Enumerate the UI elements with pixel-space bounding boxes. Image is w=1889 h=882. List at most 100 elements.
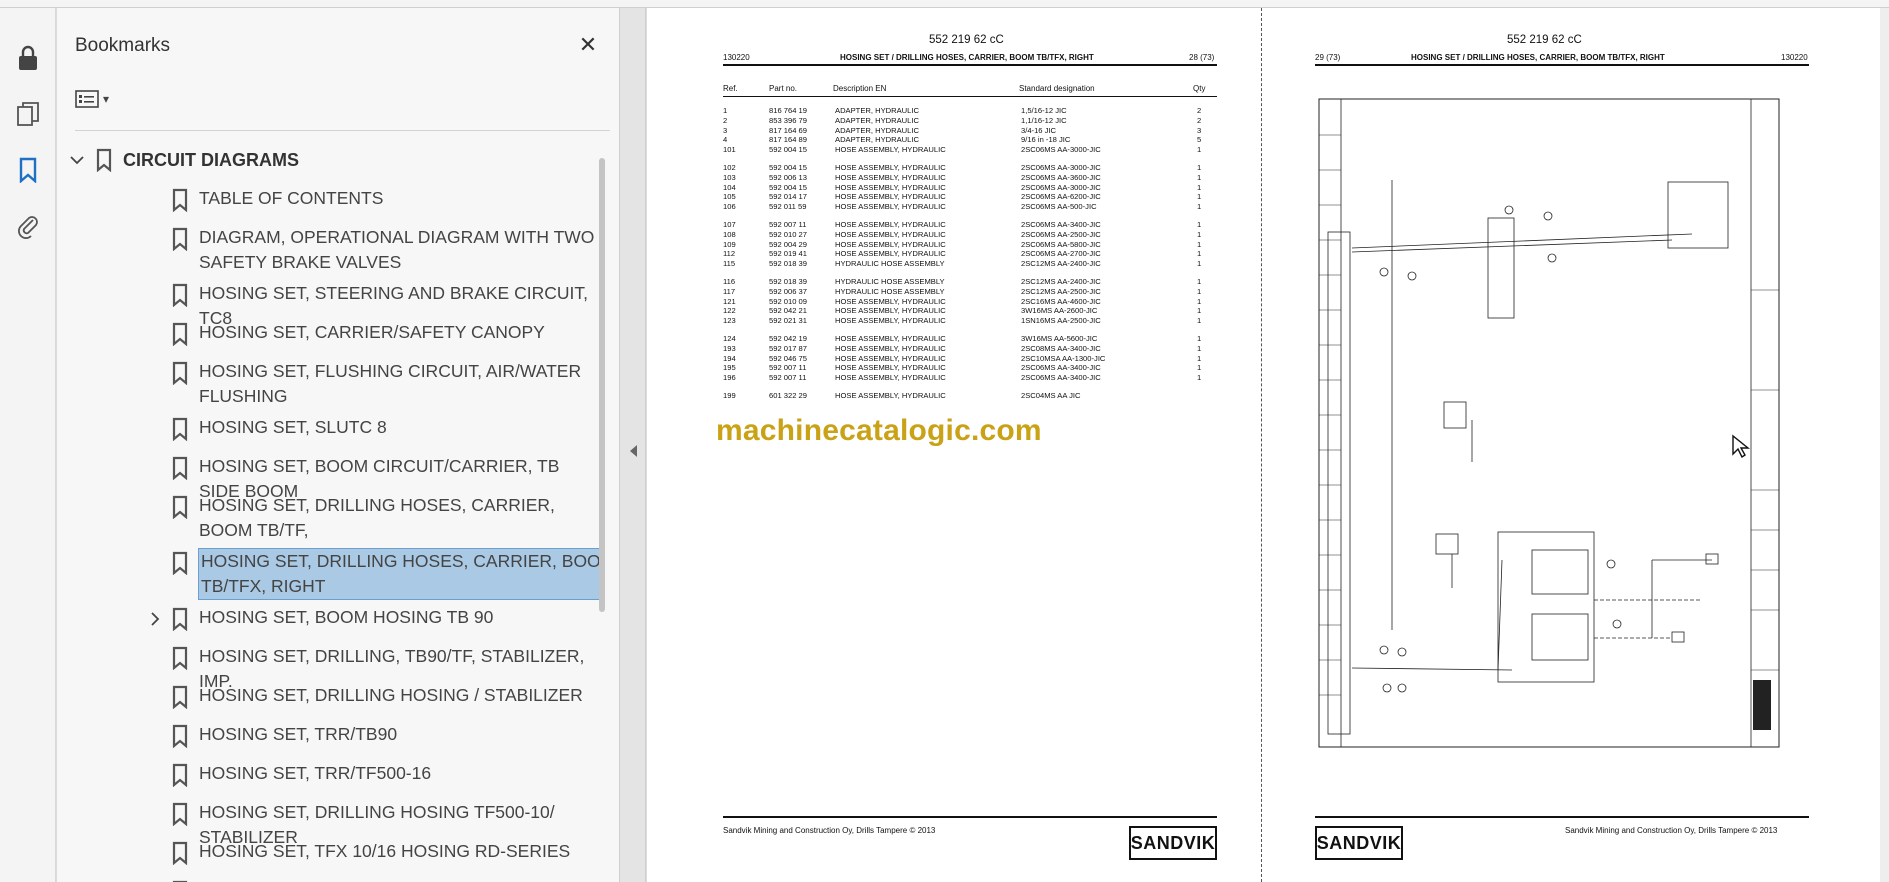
footer-text: Sandvik Mining and Construction Oy, Dril…: [1565, 826, 1778, 835]
bookmark-item[interactable]: HOSING SET, DRILLING HOSING TF500-10/ ST…: [57, 800, 605, 847]
table-cell: HYDRAULIC HOSE ASSEMBLY: [835, 286, 945, 296]
bookmark-label: CIRCUIT DIAGRAMS: [123, 150, 299, 170]
bookmark-label-line: HOSING SET, TRR/TB90: [199, 724, 398, 744]
table-cell: 592 004 15: [769, 145, 808, 155]
bookmark-options-button[interactable]: ▾: [75, 84, 123, 114]
bookmark-label-line: HOSING SET, SLUTC 8: [199, 417, 387, 437]
bookmark-label: HOSING SET, THC560, CONTROL PANEL: [199, 878, 535, 882]
header-rule: [723, 64, 1217, 66]
bookmark-item[interactable]: HOSING SET, FLUSHING CIRCUIT, AIR/WATER F…: [57, 359, 605, 415]
table-cell: 1: [1197, 316, 1202, 326]
table-cell: 2SC06MS AA-3000-JIC: [1021, 182, 1101, 192]
table-cell: 2SC04MS AA JIC: [1021, 391, 1081, 400]
footer-text: Sandvik Mining and Construction Oy, Dril…: [723, 826, 936, 835]
bookmark-icon: [172, 685, 188, 709]
header-rule: [1315, 64, 1809, 66]
bookmark-item[interactable]: HOSING SET, DRILLING HOSES, CARRIER, BOO…: [57, 548, 605, 605]
table-cell: 592 011 59: [769, 202, 807, 212]
bookmark-item[interactable]: HOSING SET, TFX 10/16 HOSING RD-SERIES: [57, 839, 605, 878]
table-cell: 2SC08MS AA-3400-JIC: [1021, 343, 1101, 353]
page-title: HOSING SET / DRILLING HOSES, CARRIER, BO…: [840, 53, 1094, 62]
table-cell: 3W16MS AA-5600-JIC: [1021, 334, 1098, 343]
table-cell: 3: [723, 125, 728, 135]
pages-icon[interactable]: [10, 96, 46, 132]
bookmark-label: HOSING SET, SLUTC 8: [199, 415, 387, 440]
col-desc: Description EN: [833, 84, 887, 93]
bookmark-scrollbar[interactable]: [599, 158, 605, 612]
table-cell: 1: [1197, 172, 1202, 182]
table-cell: HOSE ASSEMBLY, HYDRAULIC: [835, 391, 946, 400]
table-cell: 2SC06MS AA-3000-JIC: [1021, 145, 1101, 155]
bookmark-item[interactable]: HOSING SET, BOOM CIRCUIT/CARRIER, TB SID…: [57, 454, 605, 501]
table-cell: HOSE ASSEMBLY, HYDRAULIC: [835, 239, 946, 249]
bookmark-label-line: HOSING SET, DRILLING HOSES, CARRIER, BOO…: [201, 551, 605, 571]
collapse-chevron-icon[interactable]: [67, 150, 87, 170]
table-cell: 2SC06MS AA-500-JIC: [1021, 202, 1097, 212]
close-panel-button[interactable]: ✕: [573, 30, 603, 60]
bookmark-item[interactable]: HOSING SET, DRILLING, TB90/TF, STABILIZE…: [57, 644, 605, 691]
table-cell: HYDRAULIC HOSE ASSEMBLY: [835, 277, 945, 286]
bookmark-root[interactable]: CIRCUIT DIAGRAMS: [57, 146, 605, 176]
table-cell: 592 004 15: [769, 163, 808, 172]
bookmark-icon: [172, 188, 188, 212]
table-cell: 117: [723, 286, 736, 296]
bookmark-item[interactable]: HOSING SET, BOOM HOSING TB 90: [57, 605, 605, 644]
table-cell: 592 018 39: [769, 259, 808, 269]
table-cell: 2SC06MS AA-3600-JIC: [1021, 172, 1101, 182]
doc-number: 552 219 62 cC: [929, 34, 1004, 46]
bookmark-icon[interactable]: [10, 152, 46, 188]
table-cell: 2: [1197, 115, 1202, 125]
bookmark-item[interactable]: HOSING SET, THC560, CONTROL PANEL: [57, 878, 605, 882]
close-icon: ✕: [578, 32, 598, 57]
bookmark-label: HOSING SET, TRR/TF500-16: [199, 761, 431, 786]
table-cell: HOSE ASSEMBLY, HYDRAULIC: [835, 306, 946, 316]
table-cell: HOSE ASSEMBLY, HYDRAULIC: [835, 296, 946, 306]
table-cell: 817 164 89: [769, 135, 808, 145]
document-scrollbar[interactable]: [1880, 8, 1889, 882]
table-cell: 196: [723, 373, 736, 383]
bookmark-label-line: TABLE OF CONTENTS: [199, 188, 384, 208]
bookmarks-panel: Bookmarks ✕ ▾ CIRCUIT DIAGRAMS TABLE OF C…: [57, 8, 620, 882]
table-cell: 1,5/16-12 JIC: [1021, 106, 1067, 115]
bookmark-item[interactable]: HOSING SET, CARRIER/SAFETY CANOPY: [57, 320, 605, 359]
collapse-arrow-icon[interactable]: [628, 444, 638, 458]
table-cell: 816 764 19: [769, 106, 808, 115]
table-cell: 2SC12MS AA-2400-JIC: [1021, 277, 1101, 286]
table-cell: 109: [723, 239, 736, 249]
table-cell: 104: [723, 182, 736, 192]
table-cell: 2SC06MS AA-5800-JIC: [1021, 239, 1101, 249]
doc-code: 130220: [723, 53, 750, 62]
lock-icon[interactable]: [10, 40, 46, 76]
bookmark-item[interactable]: HOSING SET, TRR/TB90: [57, 722, 605, 761]
table-cell: 2: [1197, 106, 1202, 115]
bookmark-item[interactable]: TABLE OF CONTENTS: [57, 186, 605, 225]
bookmark-item[interactable]: HOSING SET, SLUTC 8: [57, 415, 605, 454]
table-cell: 116: [723, 277, 736, 286]
bookmark-item[interactable]: HOSING SET, TRR/TF500-16: [57, 761, 605, 800]
table-cell: 105: [723, 192, 736, 202]
table-cell: 817 164 69: [769, 125, 808, 135]
side-icon-rail: [0, 8, 56, 882]
bookmark-item[interactable]: HOSING SET, DRILLING HOSING / STABILIZER: [57, 683, 605, 722]
expand-chevron-icon[interactable]: [145, 609, 165, 629]
table-cell: 1,1/16-12 JIC: [1021, 115, 1067, 125]
table-cell: HOSE ASSEMBLY, HYDRAULIC: [835, 229, 946, 239]
table-cell: 1: [1197, 182, 1202, 192]
col-ref: Ref.: [723, 84, 738, 93]
bookmark-icon: [172, 417, 188, 441]
mouse-cursor-icon: [1732, 434, 1750, 459]
bookmark-item[interactable]: DIAGRAM, OPERATIONAL DIAGRAM WITH TWO SAF…: [57, 225, 605, 281]
table-cell: HOSE ASSEMBLY, HYDRAULIC: [835, 363, 946, 373]
bookmark-icon: [172, 841, 188, 865]
table-cell: 115: [723, 259, 736, 269]
bookmark-item[interactable]: HOSING SET, STEERING AND BRAKE CIRCUIT, …: [57, 281, 605, 328]
bookmark-icon: [96, 148, 112, 172]
table-cell: HOSE ASSEMBLY, HYDRAULIC: [835, 202, 946, 212]
bookmark-label-line: HOSING SET, BOOM HOSING TB 90: [199, 607, 494, 627]
table-cell: 1: [1197, 334, 1202, 343]
bookmark-label-line: HOSING SET, DRILLING HOSING / STABILIZER: [199, 685, 583, 705]
attachment-icon[interactable]: [10, 208, 46, 244]
table-cell: 592 004 29: [769, 239, 808, 249]
sandvik-logo: SANDVIK: [1315, 826, 1403, 860]
bookmark-item[interactable]: HOSING SET, DRILLING HOSES, CARRIER, BOO…: [57, 493, 605, 565]
